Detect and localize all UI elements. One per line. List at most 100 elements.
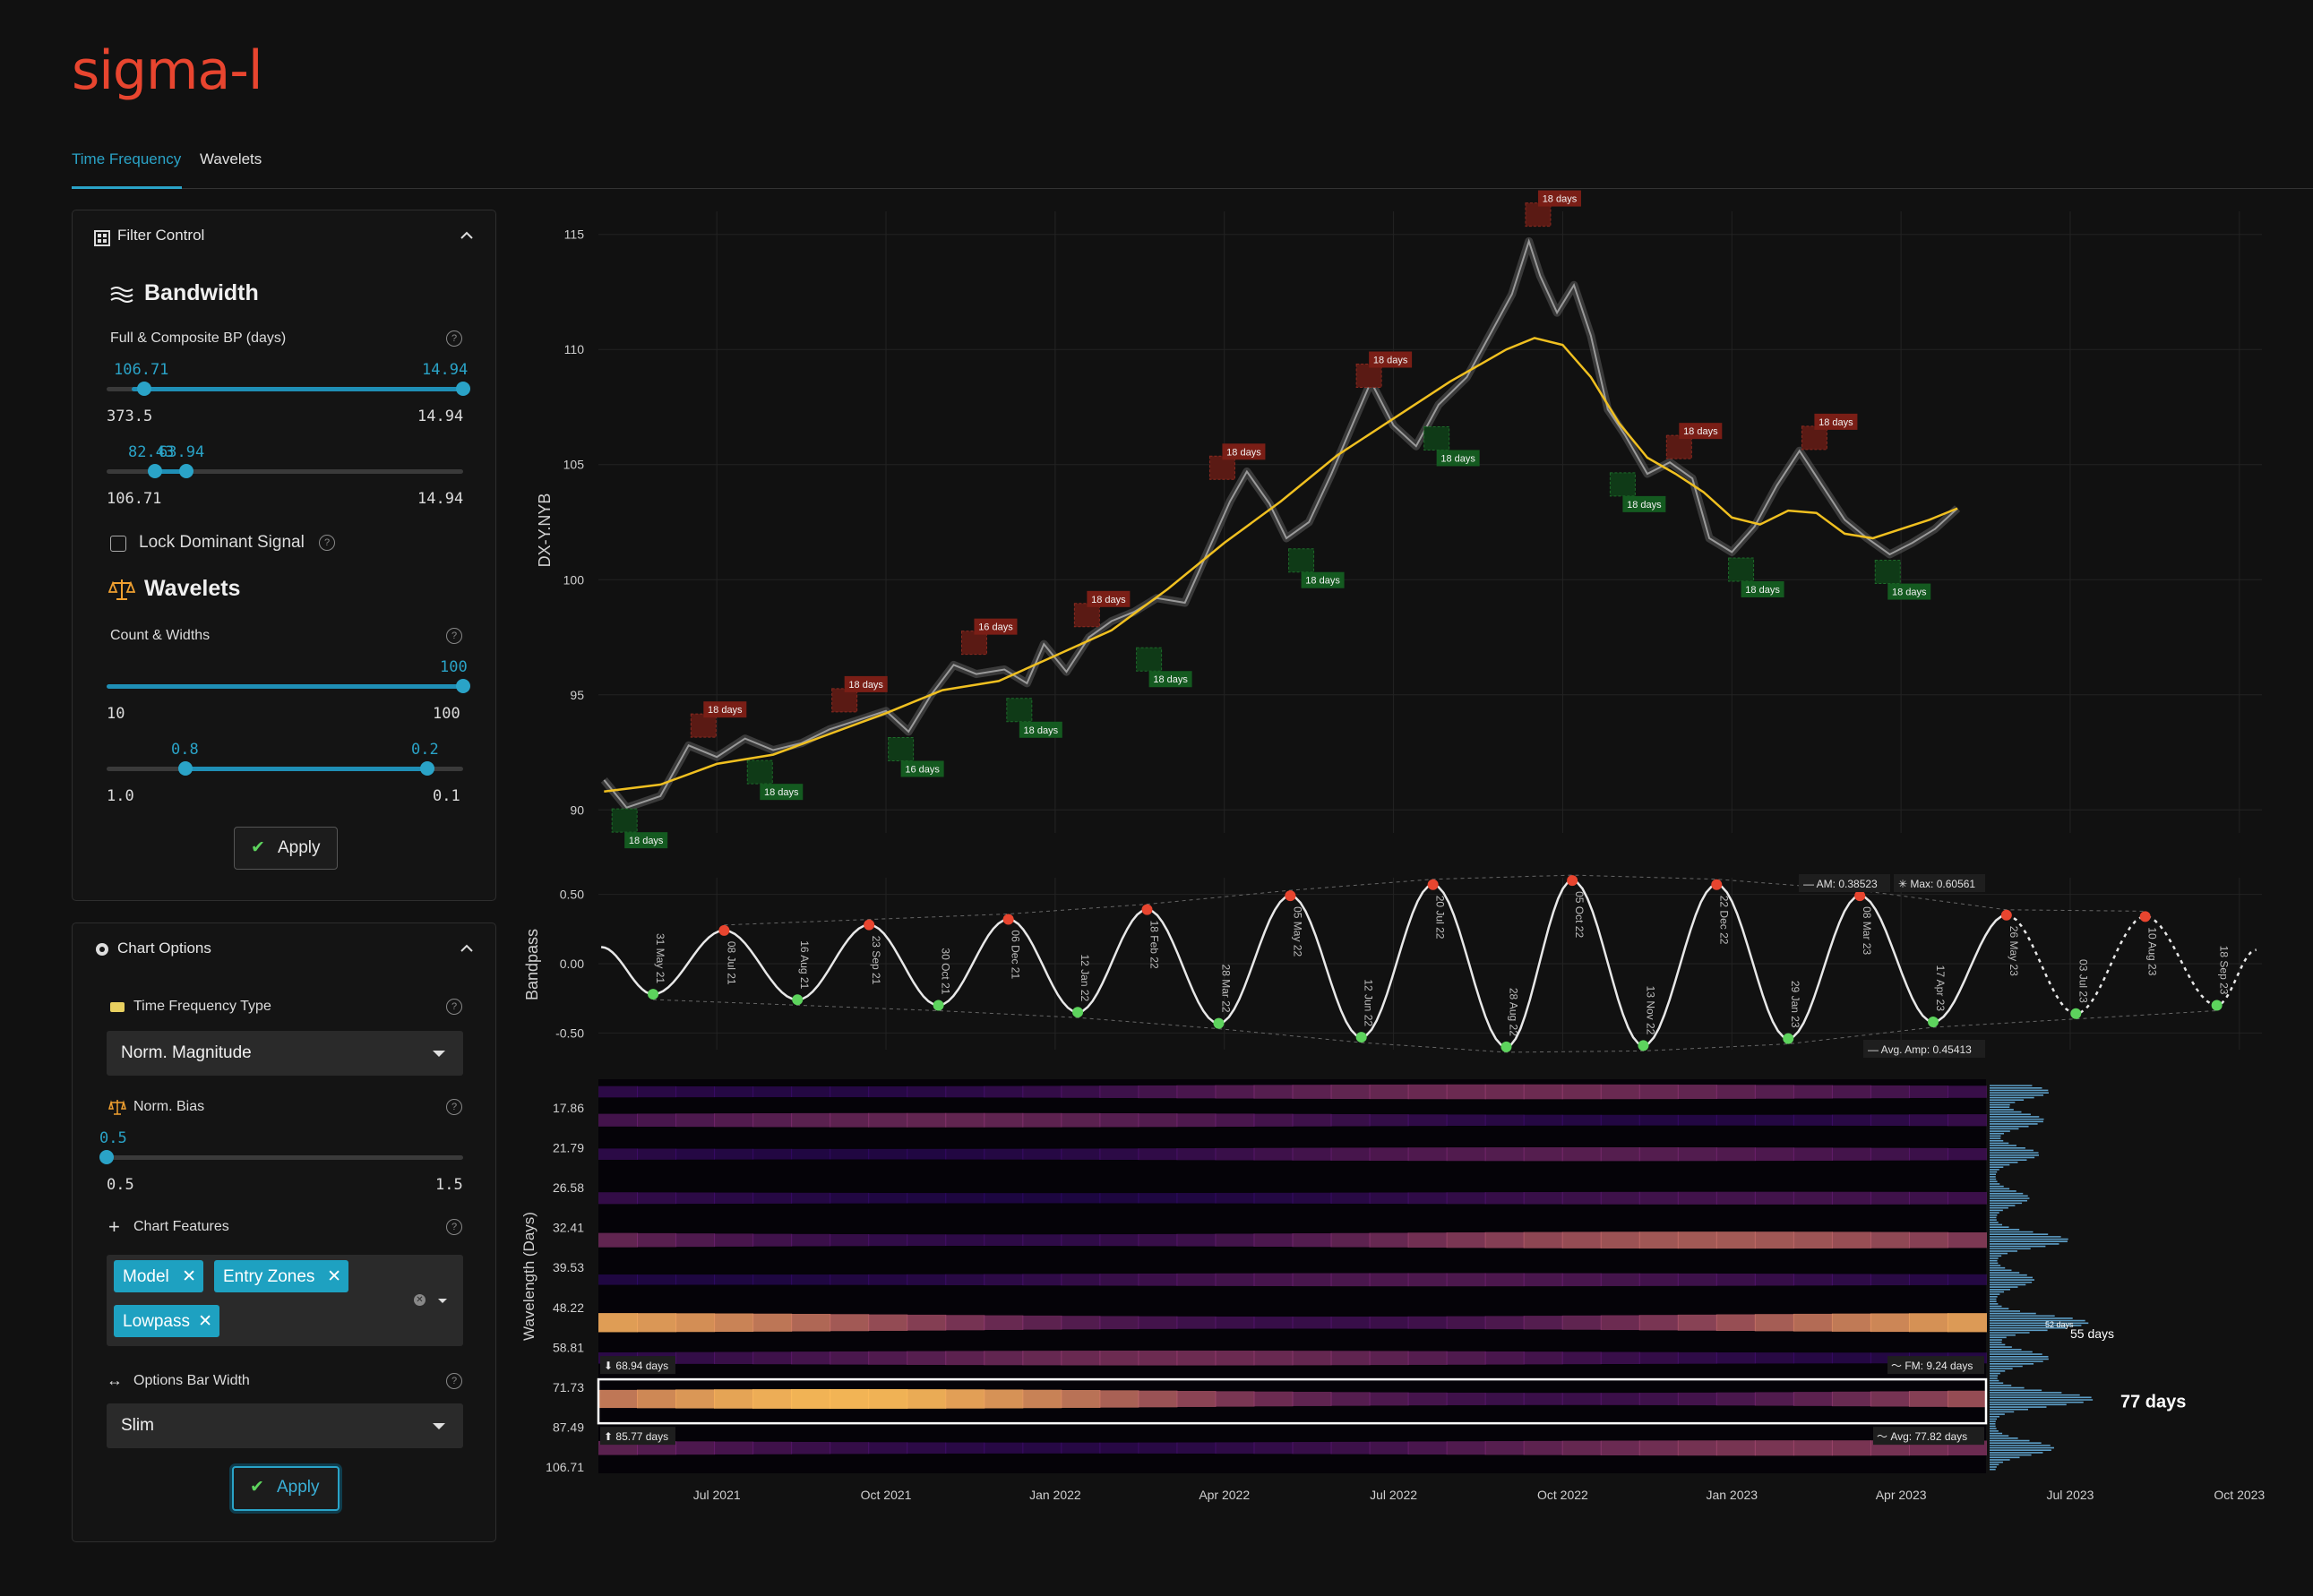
heatmap-cell <box>1561 1114 1602 1126</box>
heatmap-cell <box>1253 1442 1294 1454</box>
heatmap-cell <box>984 1442 1024 1454</box>
avg-label: 〜 Avg: 77.82 days <box>1877 1430 1967 1443</box>
heatmap-cell <box>1407 1316 1448 1329</box>
heatmap-cell <box>1638 1440 1679 1456</box>
heatmap-cell <box>675 1351 716 1364</box>
am-label: — AM: 0.38523 <box>1803 878 1878 890</box>
y-tick-label: 48.22 <box>553 1300 584 1315</box>
avg-amp-label: — Avg. Amp: 0.45413 <box>1868 1043 1972 1056</box>
heatmap-cell <box>675 1148 716 1160</box>
heatmap-cell <box>1754 1314 1794 1332</box>
x-tick-label: Jan 2022 <box>1029 1488 1081 1502</box>
heatmap-cell <box>675 1313 716 1333</box>
heatmap-cell <box>1561 1191 1602 1205</box>
heatmap-cell <box>791 1233 831 1247</box>
wavelength-heatmap[interactable]: 17.86 21.79 26.58 32.41 39.53 48.22 58.81 71.73… <box>520 1079 2186 1474</box>
heatmap-cell <box>1638 1191 1679 1205</box>
turn-date-label: 08 Mar 23 <box>1861 906 1873 955</box>
peak-marker <box>1002 914 1014 925</box>
heatmap-cell <box>598 1192 639 1205</box>
entry-zone-label: 18 days <box>1305 576 1340 587</box>
heatmap-cell <box>1600 1084 1640 1100</box>
turn-date-label: 06 Dec 21 <box>1010 930 1022 979</box>
heatmap-cell <box>1715 1392 1756 1406</box>
heatmap-cell <box>1947 1274 1987 1285</box>
heatmap-cell <box>1870 1191 1910 1205</box>
heatmap-cell <box>1715 1231 1756 1249</box>
entry-zone-label: 18 days <box>708 705 743 716</box>
heatmap-cell <box>1754 1231 1794 1249</box>
heatmap-cell <box>830 1388 870 1409</box>
max-label: ✳ Max: 0.60561 <box>1898 878 1975 890</box>
heatmap-cell <box>714 1274 754 1285</box>
heatmap-cell <box>1099 1316 1139 1330</box>
heatmap-cell <box>1369 1441 1409 1454</box>
price-range-band <box>600 236 1961 812</box>
heatmap-cell <box>1561 1351 1602 1365</box>
heatmap-cell <box>1677 1314 1717 1331</box>
heatmap-cell <box>945 1351 985 1366</box>
heatmap-cell <box>1407 1351 1448 1365</box>
heatmap-cell <box>1022 1112 1062 1128</box>
heatmap-cell <box>1870 1231 1910 1248</box>
heatmap-cell <box>1061 1193 1101 1204</box>
heatmap-cell <box>1831 1191 1871 1205</box>
price-chart[interactable]: 90 95 100 105 110 115 DX-Y.NYB 18 days 18 days 18… <box>536 190 2262 849</box>
heatmap-cell <box>1561 1393 1602 1405</box>
heatmap-cell <box>1908 1147 1948 1161</box>
heatmap-cell <box>1253 1273 1294 1287</box>
y-tick-label: 106.71 <box>546 1460 584 1474</box>
heatmap-cell <box>1831 1231 1871 1248</box>
heatmap-cell <box>1831 1114 1871 1126</box>
heatmap-cell <box>791 1274 831 1285</box>
heatmap-cell <box>945 1193 985 1204</box>
heatmap-cell <box>945 1112 985 1128</box>
heatmap-cell <box>1369 1392 1409 1406</box>
heatmap-cell <box>1638 1114 1679 1126</box>
heatmap-cell <box>1715 1314 1756 1332</box>
heatmap-cell <box>1523 1146 1563 1162</box>
heatmap-cell <box>1793 1392 1833 1406</box>
heatmap-cell <box>868 1389 908 1409</box>
heatmap-cell <box>1446 1441 1486 1455</box>
x-tick-label: Oct 2021 <box>861 1488 912 1502</box>
heatmap-cell <box>1484 1441 1525 1455</box>
heatmap-cell <box>1176 1148 1217 1161</box>
entry-zone-box <box>1136 647 1163 672</box>
heatmap-cell <box>1947 1390 1987 1408</box>
heatmap-cell <box>791 1148 831 1160</box>
entry-zone-label: 18 days <box>1892 588 1927 598</box>
heatmap-cell <box>1061 1085 1101 1098</box>
heatmap-cell <box>1446 1114 1486 1127</box>
heatmap-cell <box>1061 1112 1101 1128</box>
heatmap-cell <box>714 1192 754 1204</box>
heatmap-cell <box>1099 1274 1139 1286</box>
heatmap-cell <box>1484 1114 1525 1126</box>
heatmap-cell <box>1215 1273 1255 1286</box>
heatmap-cell <box>1253 1147 1294 1161</box>
selection-upper-label: ⬇ 68.94 days <box>604 1360 668 1372</box>
y-axis-label: DX-Y.NYB <box>536 493 554 568</box>
turn-date-label: 20 Jul 22 <box>1434 896 1447 940</box>
x-tick-label: Jul 2021 <box>693 1488 741 1502</box>
heatmap-cell <box>714 1086 754 1098</box>
heatmap-cell <box>1099 1193 1139 1204</box>
heatmap-cell <box>1831 1352 1871 1364</box>
heatmap-cell <box>1446 1316 1486 1329</box>
heatmap-cell <box>1369 1084 1409 1100</box>
heatmap-cell <box>1523 1393 1563 1405</box>
heatmap-cell <box>1330 1085 1371 1100</box>
bandpass-chart[interactable]: 0.50 0.00 -0.50 Bandpass 31 May 21 08 Jul 21 1… <box>523 874 2262 1058</box>
y-axis-label: Wavelength (Days) <box>520 1212 537 1341</box>
heatmap-cell <box>1292 1192 1332 1204</box>
heatmap-cell <box>1793 1440 1833 1456</box>
heatmap-cell <box>1947 1114 1987 1127</box>
heatmap-cell <box>1407 1114 1448 1127</box>
heatmap-cell <box>1061 1148 1101 1160</box>
entry-zone-label: 18 days <box>1543 194 1578 205</box>
heatmap-cell <box>675 1389 716 1409</box>
heatmap-cell <box>1407 1441 1448 1455</box>
trough-marker <box>1783 1033 1794 1044</box>
heatmap-cell <box>1099 1234 1139 1247</box>
heatmap-cell <box>907 1085 947 1098</box>
